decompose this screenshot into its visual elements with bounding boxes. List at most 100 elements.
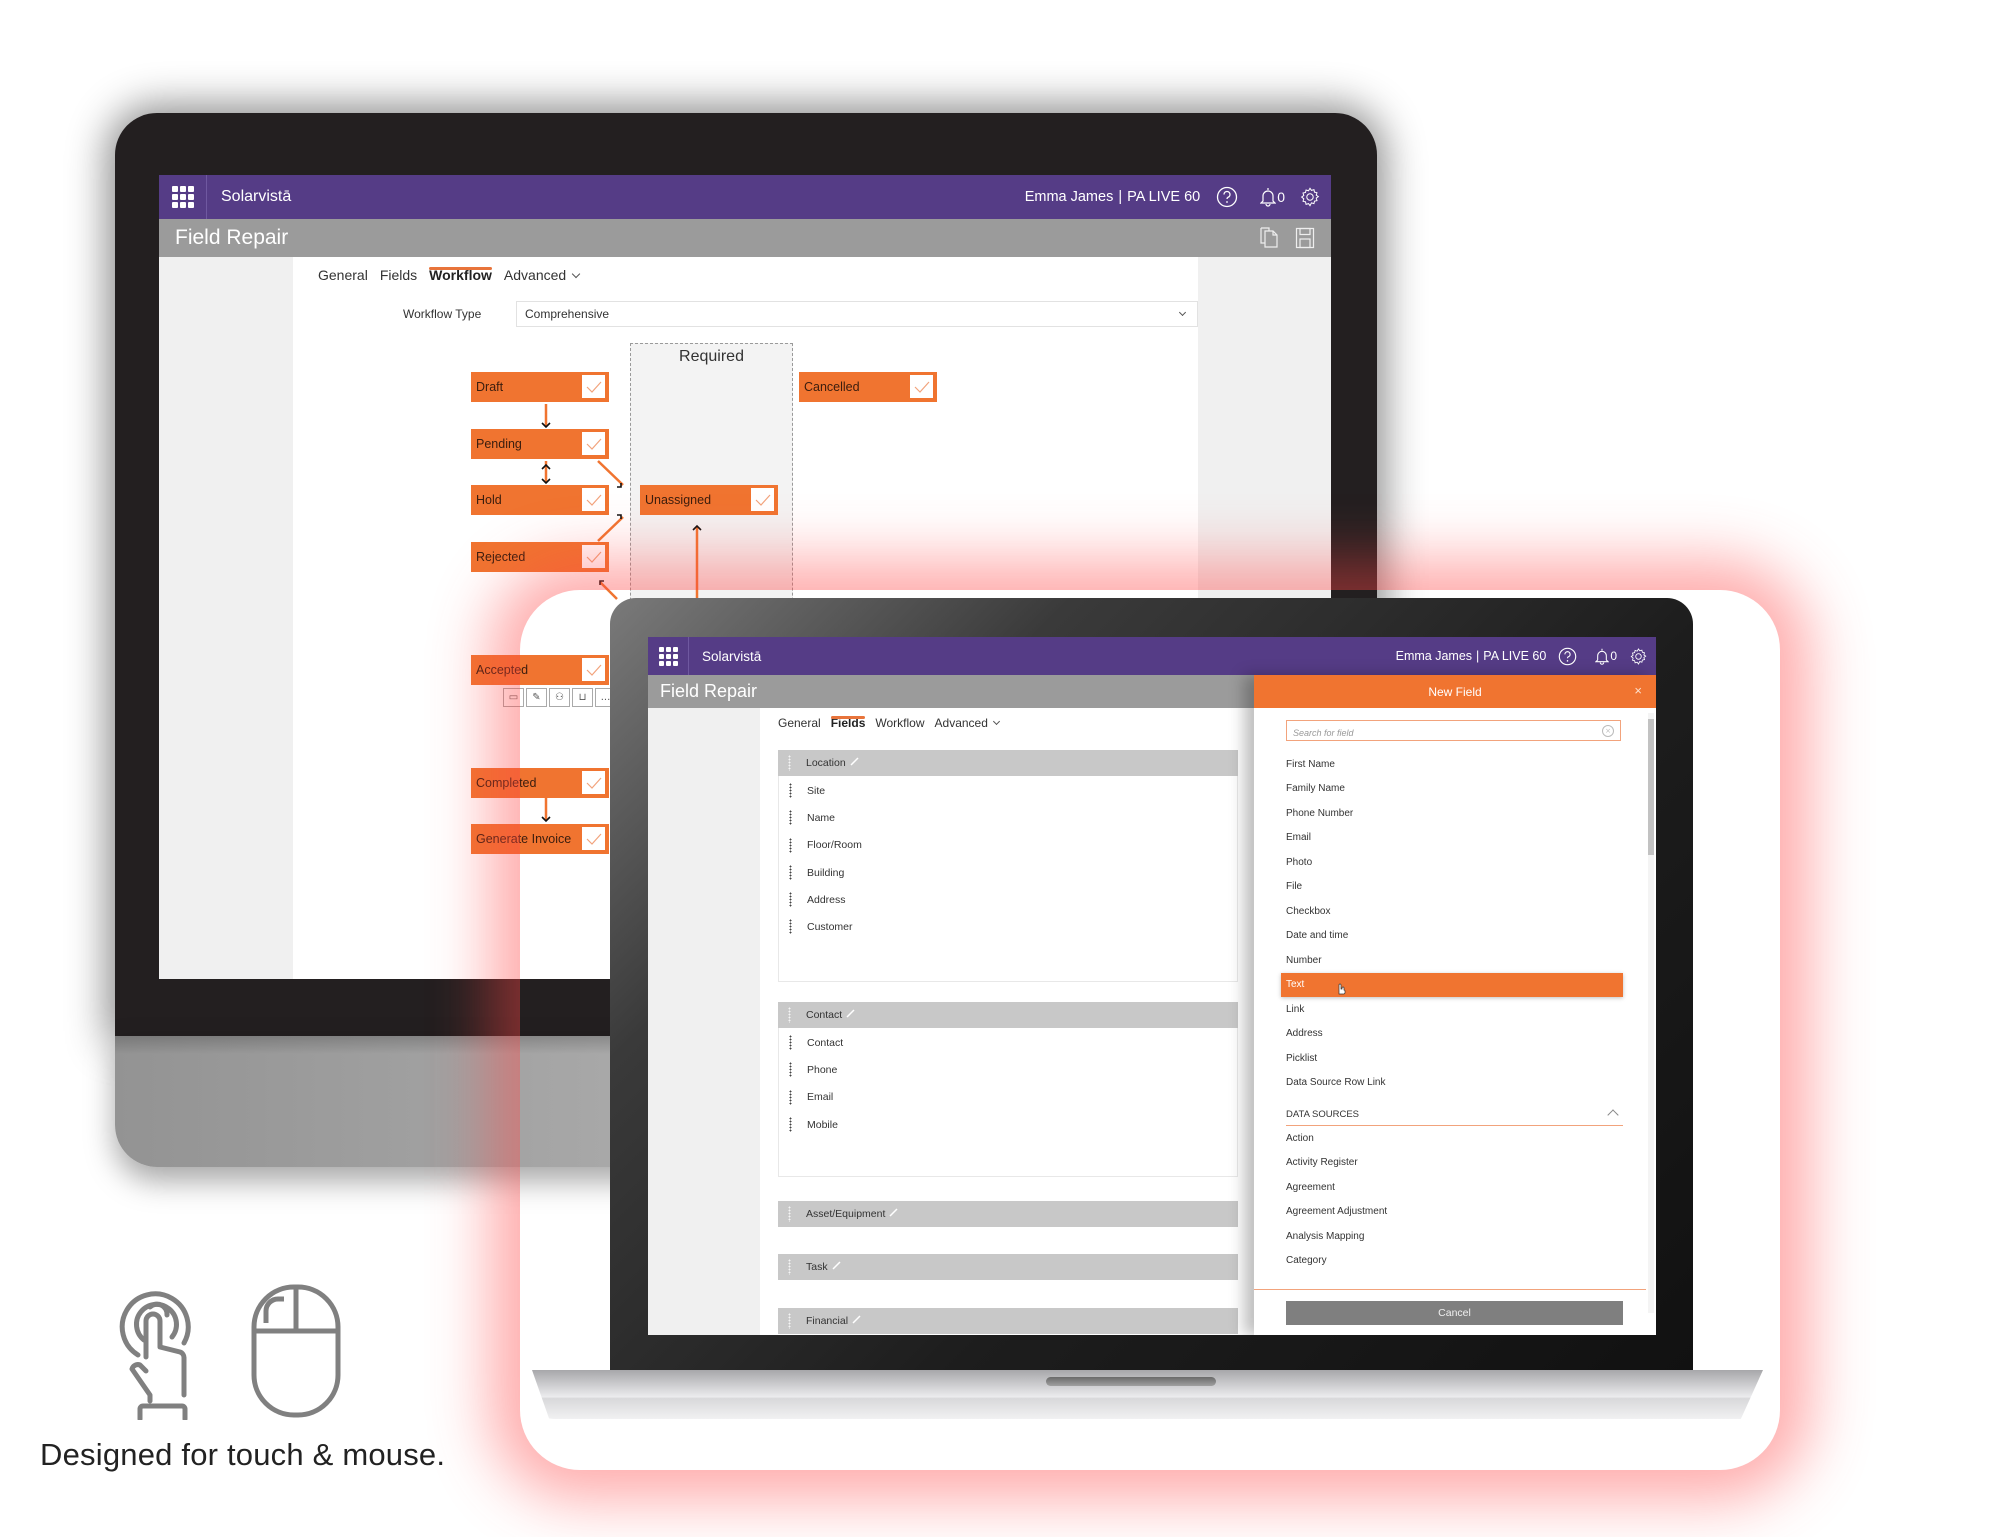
field-row[interactable]: Contact bbox=[779, 1029, 1237, 1056]
laptop-opening-notch bbox=[1046, 1377, 1216, 1386]
chevron-down-icon bbox=[993, 717, 1001, 726]
field-type-item[interactable]: Data Source Row Link bbox=[1286, 1071, 1623, 1096]
tab-workflow[interactable]: Workflow bbox=[875, 716, 924, 730]
notifications-button[interactable]: 0 bbox=[1260, 186, 1285, 208]
check-icon[interactable] bbox=[582, 375, 605, 398]
close-icon[interactable]: × bbox=[1634, 683, 1642, 698]
gear-icon[interactable] bbox=[1629, 647, 1648, 666]
workflow-node-hold[interactable]: Hold bbox=[471, 485, 609, 515]
drag-handle-icon[interactable] bbox=[789, 892, 792, 908]
field-row[interactable]: Floor/Room bbox=[779, 832, 1237, 859]
drag-handle-icon[interactable] bbox=[788, 1007, 791, 1023]
search-input[interactable] bbox=[1287, 722, 1595, 744]
environment-name[interactable]: PA LIVE 60 bbox=[1483, 649, 1546, 663]
check-icon[interactable] bbox=[582, 545, 605, 568]
field-type-item[interactable]: Picklist bbox=[1286, 1046, 1623, 1071]
drag-handle-icon[interactable] bbox=[789, 1062, 792, 1078]
field-row[interactable]: Phone bbox=[779, 1056, 1237, 1083]
field-type-item[interactable]: Photo bbox=[1286, 850, 1623, 875]
pencil-icon[interactable] bbox=[850, 757, 859, 766]
data-source-item[interactable]: Activity Register bbox=[1286, 1151, 1623, 1176]
field-group-header[interactable]: Task bbox=[778, 1254, 1238, 1280]
drag-handle-icon[interactable] bbox=[789, 783, 792, 798]
pencil-icon[interactable] bbox=[846, 1009, 855, 1018]
field-row[interactable]: Name bbox=[779, 804, 1237, 831]
drag-handle-icon[interactable] bbox=[788, 755, 791, 771]
field-row[interactable]: Mobile bbox=[779, 1111, 1237, 1138]
field-type-item[interactable]: Email bbox=[1286, 826, 1623, 851]
cancel-button[interactable]: Cancel bbox=[1286, 1301, 1623, 1325]
environment-name[interactable]: PA LIVE 60 bbox=[1127, 189, 1200, 205]
workflow-node-rejected[interactable]: Rejected bbox=[471, 542, 609, 572]
field-row[interactable]: Site bbox=[779, 777, 1237, 804]
tab-general[interactable]: General bbox=[778, 716, 821, 730]
help-icon[interactable] bbox=[1216, 186, 1238, 208]
help-icon[interactable] bbox=[1558, 647, 1577, 666]
workflow-node-draft[interactable]: Draft bbox=[471, 372, 609, 402]
field-type-item[interactable]: Family Name bbox=[1286, 777, 1623, 802]
field-group-header[interactable]: Financial bbox=[778, 1308, 1238, 1334]
field-type-item[interactable]: Checkbox bbox=[1286, 899, 1623, 924]
field-row[interactable]: Email bbox=[779, 1084, 1237, 1111]
field-type-item-selected[interactable]: Text bbox=[1281, 972, 1623, 997]
bell-icon bbox=[1260, 188, 1277, 207]
field-type-item[interactable]: Link bbox=[1286, 997, 1623, 1022]
data-source-item[interactable]: Category bbox=[1286, 1249, 1623, 1274]
user-name[interactable]: Emma James bbox=[1396, 649, 1472, 663]
field-type-item[interactable]: Address bbox=[1286, 1022, 1623, 1047]
field-type-item[interactable]: Number bbox=[1286, 948, 1623, 973]
check-icon[interactable] bbox=[751, 488, 774, 511]
field-type-item[interactable]: File bbox=[1286, 875, 1623, 900]
field-row[interactable]: Customer bbox=[779, 913, 1237, 940]
drag-handle-icon[interactable] bbox=[789, 1116, 792, 1132]
field-row[interactable]: Address bbox=[779, 886, 1237, 913]
tab-fields[interactable]: Fields bbox=[830, 716, 865, 730]
drag-handle-icon[interactable] bbox=[789, 919, 792, 935]
apps-menu-button[interactable] bbox=[159, 175, 207, 219]
field-type-item[interactable]: First Name bbox=[1286, 752, 1623, 777]
field-type-item[interactable]: Date and time bbox=[1286, 924, 1623, 949]
pencil-icon[interactable] bbox=[852, 1315, 861, 1324]
field-group-header[interactable]: Contact bbox=[778, 1002, 1238, 1028]
check-icon[interactable] bbox=[910, 375, 933, 398]
data-sources-section-header[interactable]: DATA SOURCES bbox=[1286, 1103, 1623, 1126]
field-row[interactable]: Building bbox=[779, 859, 1237, 886]
check-icon[interactable] bbox=[582, 432, 605, 455]
workflow-node-cancelled[interactable]: Cancelled bbox=[799, 372, 937, 402]
record-title-bar: Field Repair bbox=[159, 219, 1331, 257]
drag-handle-icon[interactable] bbox=[788, 1206, 791, 1222]
drag-handle-icon[interactable] bbox=[789, 810, 792, 826]
scrollbar-thumb[interactable] bbox=[1648, 719, 1654, 855]
copy-icon[interactable] bbox=[1259, 227, 1279, 254]
search-field[interactable]: × bbox=[1286, 720, 1621, 744]
drag-handle-icon[interactable] bbox=[789, 1089, 792, 1105]
field-group-header[interactable]: Asset/Equipment bbox=[778, 1201, 1238, 1227]
check-icon[interactable] bbox=[582, 488, 605, 511]
data-source-item[interactable]: Agreement Adjustment bbox=[1286, 1200, 1623, 1225]
drag-handle-icon[interactable] bbox=[789, 864, 792, 880]
gear-icon[interactable] bbox=[1299, 186, 1321, 208]
apps-menu-button[interactable] bbox=[648, 637, 689, 675]
drag-handle-icon[interactable] bbox=[788, 1259, 791, 1275]
drag-handle-icon[interactable] bbox=[788, 1313, 791, 1329]
panel-scrollbar[interactable] bbox=[1648, 713, 1654, 1313]
data-source-item[interactable]: Agreement bbox=[1286, 1175, 1623, 1200]
tab-advanced[interactable]: Advanced bbox=[935, 716, 1001, 730]
drag-handle-icon[interactable] bbox=[789, 1035, 792, 1050]
save-icon[interactable] bbox=[1295, 227, 1315, 254]
workflow-node-unassigned[interactable]: Unassigned bbox=[640, 485, 778, 515]
data-source-item[interactable]: Action bbox=[1286, 1126, 1623, 1151]
workflow-node-pending[interactable]: Pending bbox=[471, 429, 609, 459]
drag-handle-icon[interactable] bbox=[789, 837, 792, 853]
clear-search-icon[interactable]: × bbox=[1602, 725, 1614, 737]
brand-logo[interactable]: Solarvistā bbox=[702, 637, 761, 675]
user-name[interactable]: Emma James bbox=[1025, 189, 1114, 205]
field-type-item[interactable]: Phone Number bbox=[1286, 801, 1623, 826]
field-group-header[interactable]: Location bbox=[778, 750, 1238, 776]
brand-logo[interactable]: Solarvistā bbox=[221, 175, 291, 219]
pencil-icon[interactable] bbox=[889, 1208, 898, 1217]
chevron-up-icon[interactable] bbox=[1607, 1109, 1619, 1121]
pencil-icon[interactable] bbox=[832, 1261, 841, 1270]
data-source-item[interactable]: Analysis Mapping bbox=[1286, 1224, 1623, 1249]
notifications-button[interactable]: 0 bbox=[1595, 647, 1617, 666]
